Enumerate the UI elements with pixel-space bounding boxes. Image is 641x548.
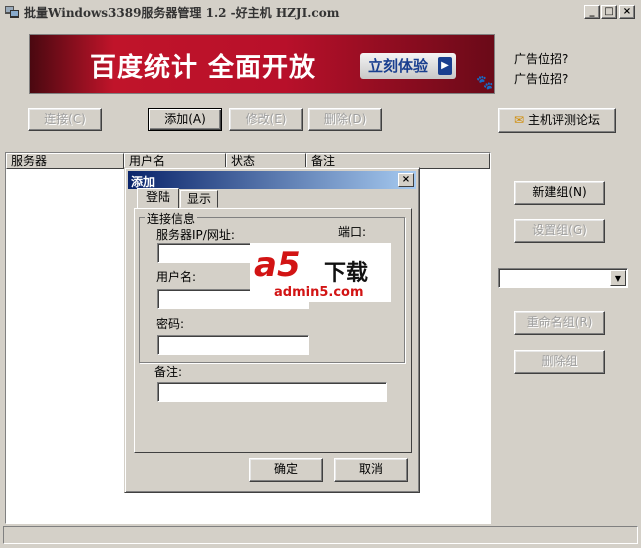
watermark-a5: a5 bbox=[254, 245, 301, 285]
username-label: 用户名: bbox=[156, 270, 197, 284]
modify-button[interactable]: 修改(E) bbox=[229, 108, 303, 131]
paw-icon: 🐾 bbox=[476, 75, 494, 91]
play-arrow-icon: ▶ bbox=[438, 57, 452, 75]
rename-group-button[interactable]: 重命名组(R) bbox=[514, 311, 605, 335]
connection-info-label: 连接信息 bbox=[145, 210, 198, 227]
ad-slot-2[interactable]: 广告位招? bbox=[514, 70, 568, 87]
chevron-down-icon[interactable]: ▼ bbox=[610, 270, 626, 286]
tab-display[interactable]: 显示 bbox=[180, 190, 218, 208]
watermark-site: admin5.com bbox=[274, 285, 364, 300]
minimize-button[interactable]: _ bbox=[584, 5, 600, 19]
dialog-title-bar[interactable]: 添加 × bbox=[128, 171, 416, 189]
tab-login[interactable]: 登陆 bbox=[137, 188, 179, 208]
delete-group-button[interactable]: 删除组 bbox=[514, 350, 605, 374]
ad-banner[interactable]: 百度统计 全面开放 立刻体验 ▶ 🐾 bbox=[29, 34, 495, 94]
forum-button-label: 主机评测论坛 bbox=[527, 113, 600, 127]
cancel-button[interactable]: 取消 bbox=[334, 458, 408, 482]
note-label: 备注: bbox=[154, 365, 183, 379]
new-group-button[interactable]: 新建组(N) bbox=[514, 181, 605, 205]
add-dialog: 添加 × 登陆 显示 连接信息 服务器IP/网址: 端口: 用户名: 密码: 备… bbox=[124, 167, 420, 493]
title-bar: 批量Windows3389服务器管理 1.2 -好主机 HZJI.com _ □… bbox=[0, 0, 641, 24]
column-header-server[interactable]: 服务器 bbox=[6, 153, 124, 169]
maximize-button[interactable]: □ bbox=[601, 5, 617, 19]
forum-button[interactable]: ✉ 主机评测论坛 bbox=[498, 108, 616, 133]
watermark-text: 下载 bbox=[324, 261, 369, 286]
add-button[interactable]: 添加(A) bbox=[148, 108, 222, 131]
watermark-logo: a5 下载 admin5.com bbox=[250, 243, 391, 302]
port-label: 端口: bbox=[338, 225, 367, 239]
banner-cta-label: 立刻体验 bbox=[368, 57, 429, 75]
status-bar bbox=[3, 526, 638, 544]
close-button[interactable]: × bbox=[619, 5, 635, 19]
app-icon bbox=[4, 4, 20, 20]
group-select[interactable]: ▼ bbox=[498, 268, 628, 288]
forum-icon: ✉ bbox=[514, 113, 525, 127]
ok-button[interactable]: 确定 bbox=[249, 458, 323, 482]
note-input[interactable] bbox=[157, 382, 387, 402]
dialog-close-button[interactable]: × bbox=[398, 173, 414, 187]
set-group-button[interactable]: 设置组(G) bbox=[514, 219, 605, 243]
server-label: 服务器IP/网址: bbox=[156, 228, 235, 242]
banner-headline: 百度统计 全面开放 bbox=[90, 53, 317, 83]
banner-cta-button[interactable]: 立刻体验 ▶ bbox=[360, 53, 456, 79]
password-input[interactable] bbox=[157, 335, 309, 355]
window-title: 批量Windows3389服务器管理 1.2 -好主机 HZJI.com bbox=[24, 6, 340, 20]
connect-button[interactable]: 连接(C) bbox=[28, 108, 102, 131]
password-label: 密码: bbox=[156, 317, 185, 331]
delete-button[interactable]: 删除(D) bbox=[308, 108, 382, 131]
ad-slot-1[interactable]: 广告位招? bbox=[514, 50, 568, 67]
